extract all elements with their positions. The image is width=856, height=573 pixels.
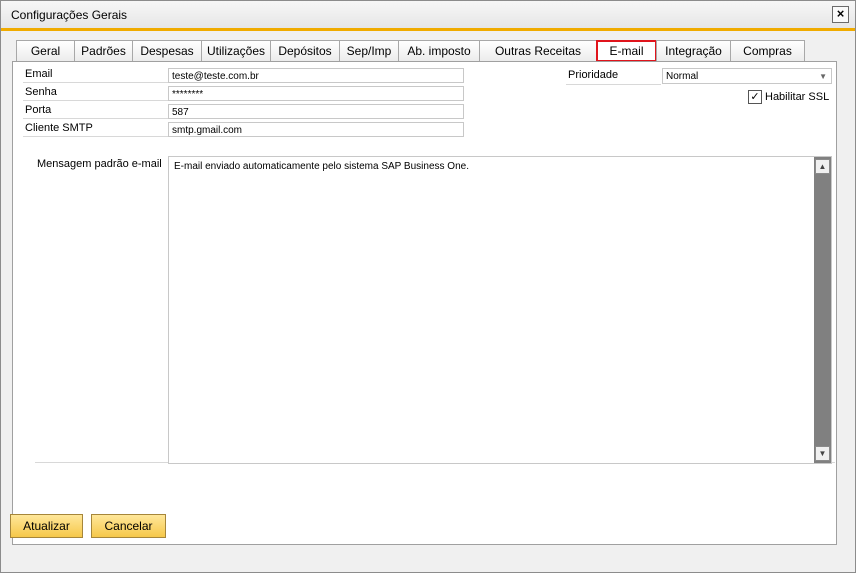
smtp-field[interactable]: smtp.gmail.com (168, 122, 464, 137)
email-field[interactable]: teste@teste.com.br (168, 68, 464, 83)
title-bar: Configurações Gerais × (1, 1, 855, 31)
tab-padroes[interactable]: Padrões (74, 40, 133, 61)
tab-geral[interactable]: Geral (16, 40, 75, 61)
tab-email[interactable]: E-mail (596, 40, 657, 62)
tab-ab-imposto[interactable]: Ab. imposto (398, 40, 480, 61)
password-field[interactable]: ******** (168, 86, 464, 101)
port-field[interactable]: 587 (168, 104, 464, 119)
tab-depositos[interactable]: Depósitos (270, 40, 340, 61)
tab-outras-receitas[interactable]: Outras Receitas (479, 40, 597, 61)
divider (23, 82, 169, 83)
update-button[interactable]: Atualizar (10, 514, 83, 538)
ssl-label: Habilitar SSL (765, 91, 830, 103)
divider (23, 136, 169, 137)
divider (566, 84, 661, 85)
divider (23, 100, 169, 101)
close-button[interactable]: × (832, 6, 849, 23)
tab-compras[interactable]: Compras (730, 40, 805, 61)
cancel-button[interactable]: Cancelar (91, 514, 166, 538)
email-tab-panel: Email teste@teste.com.br Senha ******** … (12, 61, 837, 545)
porta-label: Porta (25, 104, 52, 116)
message-textarea[interactable]: E-mail enviado automaticamente pelo sist… (168, 156, 832, 464)
tab-utilizacoes[interactable]: Utilizações (201, 40, 271, 61)
priority-label: Prioridade (568, 69, 619, 81)
priority-value: Normal (666, 71, 699, 82)
vertical-scrollbar[interactable]: ▲ ▼ (814, 157, 831, 463)
tab-sep-imp[interactable]: Sep/Imp (339, 40, 399, 61)
scroll-up-icon[interactable]: ▲ (815, 159, 830, 174)
message-label: Mensagem padrão e-mail (37, 158, 162, 170)
settings-window: Configurações Gerais × Geral Padrões Des… (0, 0, 856, 573)
chevron-down-icon[interactable]: ▼ (819, 69, 827, 84)
tab-despesas[interactable]: Despesas (132, 40, 202, 61)
ssl-checkbox[interactable]: ✓ (748, 90, 762, 104)
divider (23, 118, 169, 119)
scroll-down-icon[interactable]: ▼ (815, 446, 830, 461)
window-title: Configurações Gerais (11, 8, 128, 22)
email-label: Email (25, 68, 53, 80)
message-text: E-mail enviado automaticamente pelo sist… (174, 161, 469, 172)
tab-integracao[interactable]: Integração (656, 40, 731, 61)
senha-label: Senha (25, 86, 57, 98)
priority-select[interactable]: Normal ▼ (662, 68, 832, 84)
smtp-label: Cliente SMTP (25, 122, 93, 134)
